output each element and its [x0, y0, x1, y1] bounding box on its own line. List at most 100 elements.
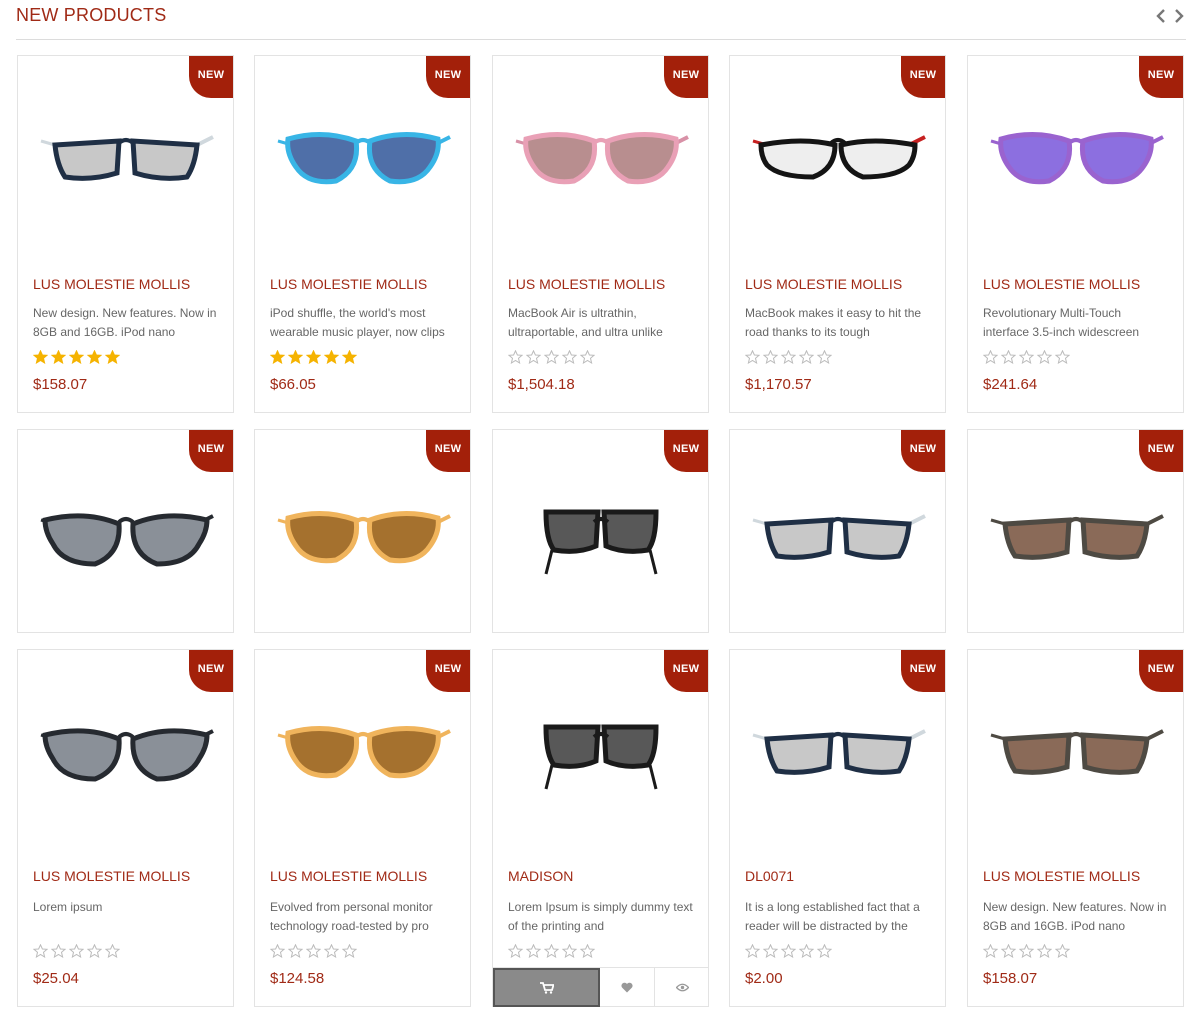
star-empty-icon	[744, 349, 761, 369]
eye-icon	[675, 983, 689, 992]
star-empty-icon	[982, 349, 999, 369]
product-card[interactable]: NEW LUS MOLESTIE MOLLIS MacBook Air is ul…	[492, 55, 709, 413]
product-card[interactable]: NEW	[17, 429, 234, 633]
add-to-wishlist-button[interactable]	[600, 968, 655, 1007]
star-empty-icon	[816, 349, 833, 369]
product-price: $124.58	[270, 970, 325, 987]
product-image[interactable]	[26, 101, 225, 211]
product-image[interactable]	[976, 685, 1175, 815]
product-image[interactable]	[976, 101, 1175, 211]
quick-view-button[interactable]	[655, 968, 709, 1007]
product-name[interactable]: LUS MOLESTIE MOLLIS	[983, 276, 1140, 292]
product-image[interactable]	[738, 685, 937, 815]
product-name[interactable]: MADISON	[508, 868, 573, 884]
product-card[interactable]: NEW LUS MOLESTIE MOLLIS MacBook makes it …	[729, 55, 946, 413]
star-empty-icon	[32, 943, 49, 963]
product-price: $241.64	[983, 376, 1038, 393]
product-name[interactable]: LUS MOLESTIE MOLLIS	[270, 868, 427, 884]
product-image[interactable]	[26, 685, 225, 815]
star-filled-icon	[50, 349, 67, 369]
product-price: $1,504.18	[508, 376, 575, 393]
product-name[interactable]: DL0071	[745, 868, 794, 884]
star-empty-icon	[543, 349, 560, 369]
star-empty-icon	[816, 943, 833, 963]
star-empty-icon	[1000, 349, 1017, 369]
product-name[interactable]: LUS MOLESTIE MOLLIS	[33, 868, 190, 884]
product-description: Lorem Ipsum is simply dummy text of the …	[508, 900, 693, 933]
product-card[interactable]: NEW LUS MOLESTIE MOLLIS Evolved from pers…	[254, 649, 471, 1007]
product-description: Lorem ipsum	[33, 900, 103, 914]
product-image[interactable]	[263, 685, 462, 815]
product-image[interactable]	[263, 460, 462, 610]
star-filled-icon	[32, 349, 49, 369]
product-price: $66.05	[270, 376, 316, 393]
product-image[interactable]	[738, 101, 937, 211]
product-description: New design. New features. Now in 8GB and…	[983, 900, 1167, 933]
product-description: Evolved from personal monitor technology…	[270, 900, 433, 933]
star-empty-icon	[762, 943, 779, 963]
product-price: $158.07	[983, 970, 1038, 987]
product-image[interactable]	[501, 685, 700, 815]
product-image[interactable]	[263, 101, 462, 211]
product-image[interactable]	[501, 460, 700, 610]
product-card[interactable]: NEW	[729, 429, 946, 633]
product-name[interactable]: LUS MOLESTIE MOLLIS	[33, 276, 190, 292]
product-card[interactable]: NEW LUS MOLESTIE MOLLIS Revolutionary Mul…	[967, 55, 1184, 413]
star-empty-icon	[1018, 349, 1035, 369]
product-name[interactable]: LUS MOLESTIE MOLLIS	[983, 868, 1140, 884]
star-filled-icon	[68, 349, 85, 369]
star-empty-icon	[780, 349, 797, 369]
chevron-right-icon[interactable]	[1172, 6, 1186, 26]
product-image[interactable]	[26, 460, 225, 610]
product-card[interactable]: NEW	[254, 429, 471, 633]
product-description: MacBook Air is ultrathin, ultraportable,…	[508, 306, 663, 339]
star-empty-icon	[1036, 943, 1053, 963]
product-image[interactable]	[501, 101, 700, 211]
star-empty-icon	[269, 943, 286, 963]
star-empty-icon	[507, 349, 524, 369]
rating-stars	[744, 349, 833, 369]
product-image[interactable]	[738, 460, 937, 610]
product-description: It is a long established fact that a rea…	[745, 900, 920, 933]
star-filled-icon	[86, 349, 103, 369]
product-hover-actions	[493, 967, 709, 1007]
product-description: New design. New features. Now in 8GB and…	[33, 306, 217, 339]
star-empty-icon	[780, 943, 797, 963]
product-card[interactable]: NEW DL0071 It is a long established fact …	[729, 649, 946, 1007]
product-name[interactable]: LUS MOLESTIE MOLLIS	[745, 276, 902, 292]
star-empty-icon	[798, 943, 815, 963]
chevron-left-icon[interactable]	[1154, 6, 1168, 26]
product-card[interactable]: NEW MADISON Lorem Ipsum is simply dummy t…	[492, 649, 709, 1007]
product-price: $2.00	[745, 970, 783, 987]
star-empty-icon	[561, 349, 578, 369]
rating-stars	[507, 349, 596, 369]
product-description: iPod shuffle, the world's most wearable …	[270, 306, 445, 339]
star-empty-icon	[1000, 943, 1017, 963]
new-badge: NEW	[189, 56, 233, 98]
product-card[interactable]: NEW LUS MOLESTIE MOLLIS Lorem ipsum $25.04	[17, 649, 234, 1007]
product-card[interactable]: NEW LUS MOLESTIE MOLLIS iPod shuffle, the…	[254, 55, 471, 413]
star-empty-icon	[579, 349, 596, 369]
rating-stars	[982, 349, 1071, 369]
carousel-nav	[1154, 6, 1186, 26]
star-empty-icon	[287, 943, 304, 963]
product-image[interactable]	[976, 460, 1175, 610]
new-badge: NEW	[426, 56, 470, 98]
star-empty-icon	[579, 943, 596, 963]
product-price: $1,170.57	[745, 376, 812, 393]
product-name[interactable]: LUS MOLESTIE MOLLIS	[508, 276, 665, 292]
star-empty-icon	[305, 943, 322, 963]
star-empty-icon	[323, 943, 340, 963]
star-empty-icon	[982, 943, 999, 963]
product-card[interactable]: NEW LUS MOLESTIE MOLLIS New design. New f…	[967, 649, 1184, 1007]
add-to-cart-button[interactable]	[493, 968, 600, 1007]
star-empty-icon	[561, 943, 578, 963]
product-card[interactable]: NEW LUS MOLESTIE MOLLIS New design. New f…	[17, 55, 234, 413]
product-card[interactable]: NEW	[492, 429, 709, 633]
star-empty-icon	[762, 349, 779, 369]
star-empty-icon	[50, 943, 67, 963]
product-card[interactable]: NEW	[967, 429, 1184, 633]
product-name[interactable]: LUS MOLESTIE MOLLIS	[270, 276, 427, 292]
star-filled-icon	[305, 349, 322, 369]
star-empty-icon	[341, 943, 358, 963]
